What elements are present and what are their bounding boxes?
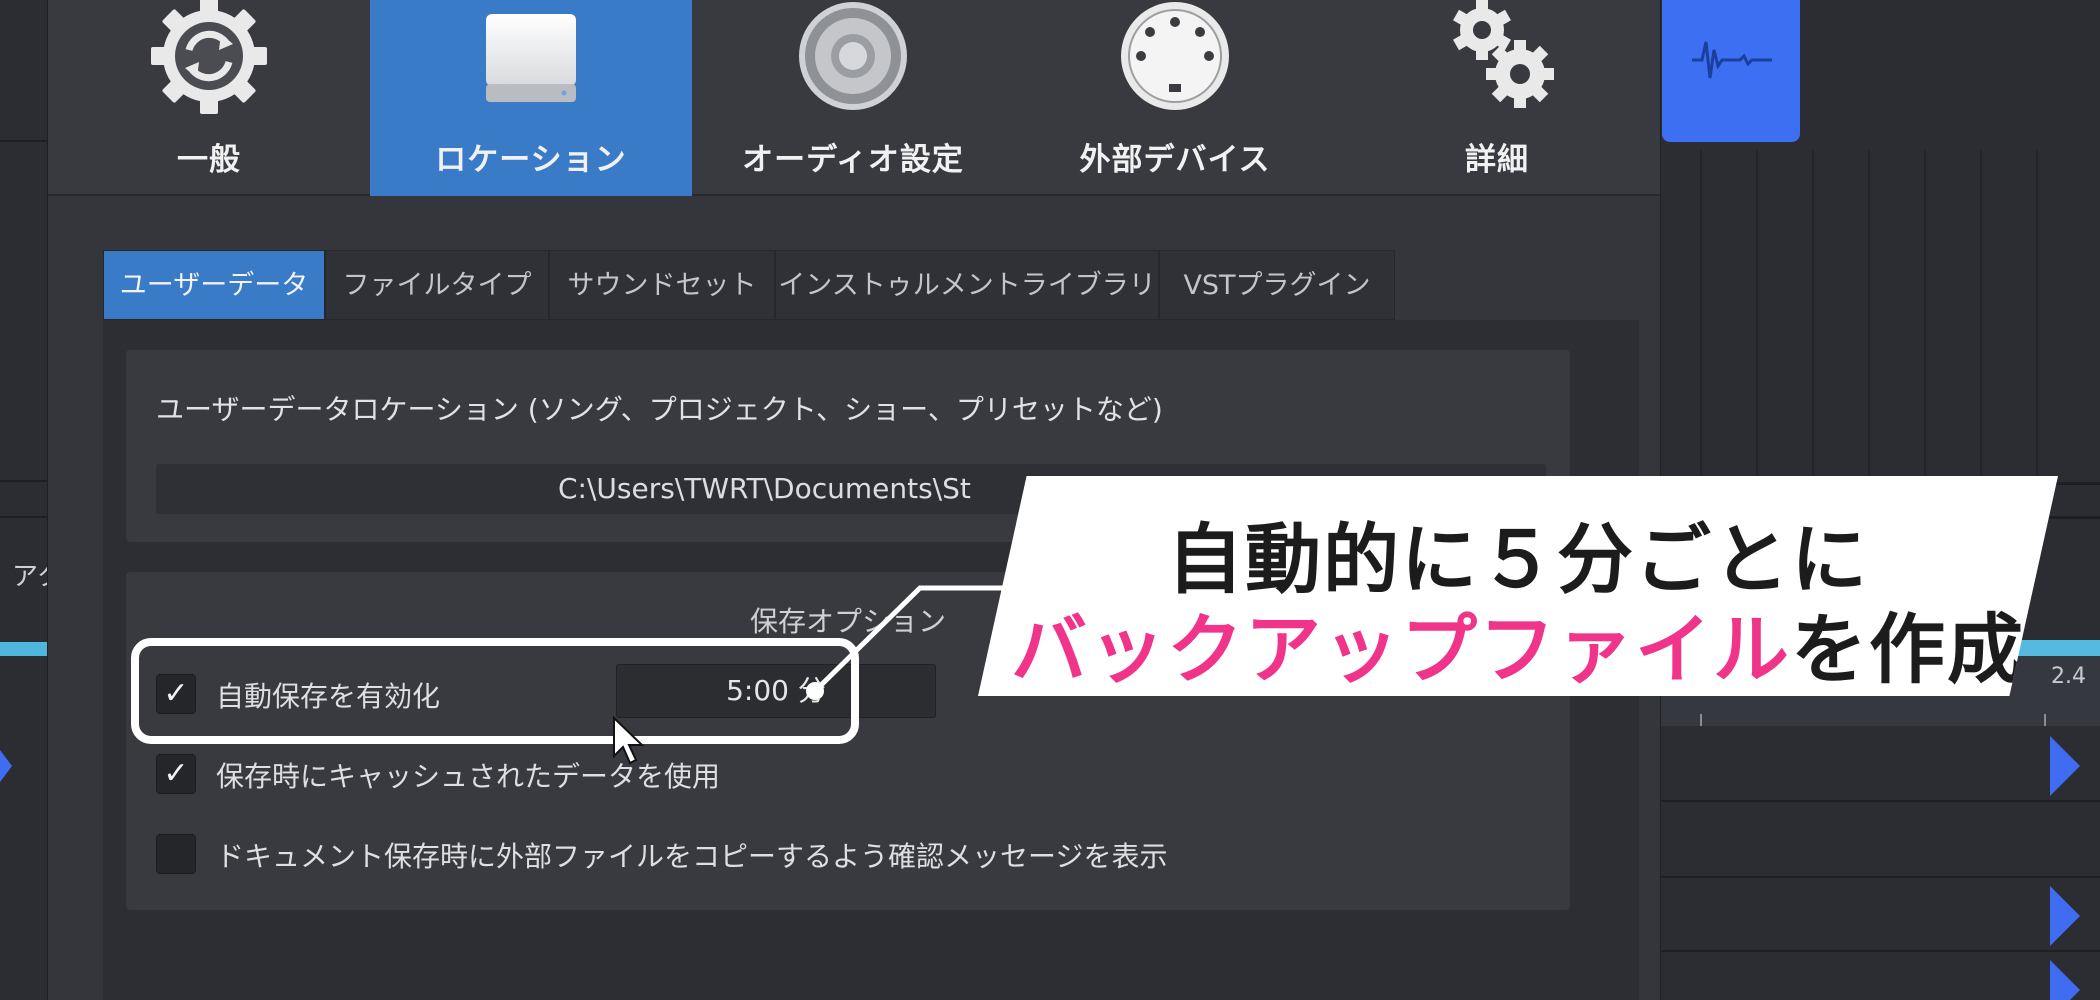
mouse-cursor-icon: [613, 716, 645, 765]
callout-line-2: バックアップファイルを作成: [978, 588, 2058, 696]
callout-rest-text: を作成: [1791, 605, 2025, 694]
callout-highlight-text: バックアップファイル: [1011, 605, 1791, 694]
annotation-callout: 自動的に５分ごとに バックアップファイルを作成: [978, 476, 2058, 696]
